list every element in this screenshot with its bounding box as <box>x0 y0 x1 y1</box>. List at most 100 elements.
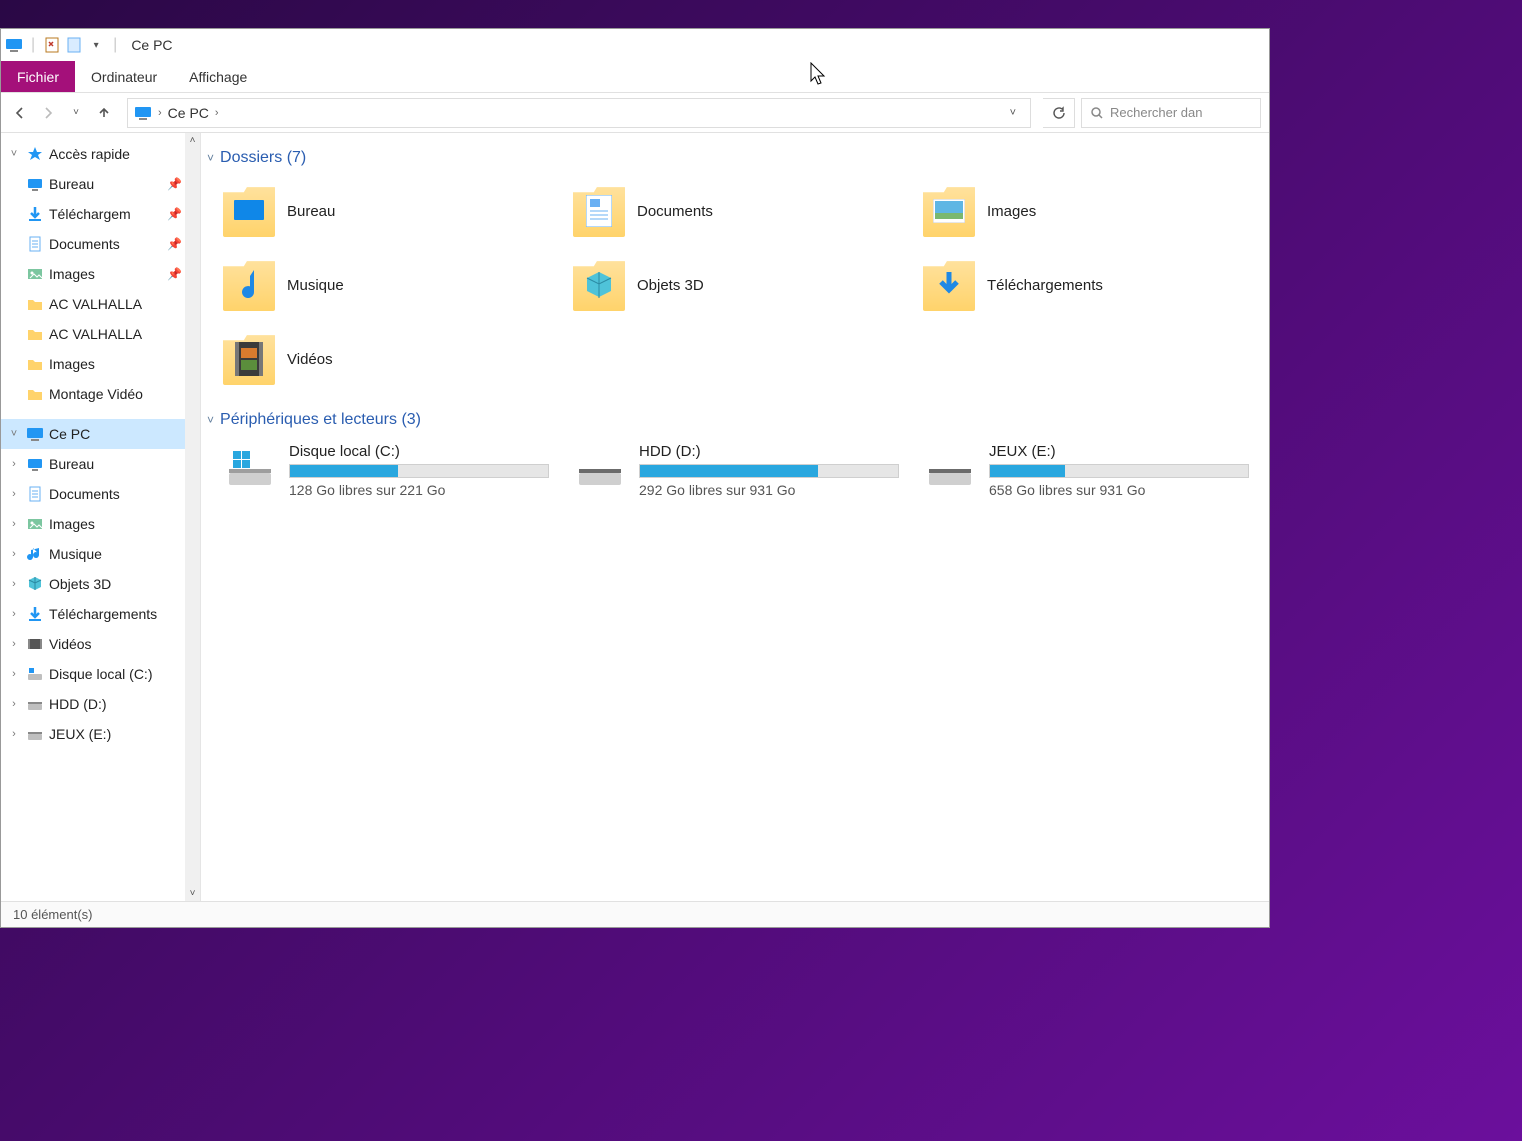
folder-item[interactable]: Documents <box>569 177 909 245</box>
sidebar-item[interactable]: Documents📌 <box>1 229 200 259</box>
folder-item[interactable]: Vidéos <box>219 325 559 393</box>
sidebar-item[interactable]: Images <box>1 349 200 379</box>
chevron-right-icon[interactable]: › <box>7 728 21 740</box>
search-icon <box>1090 106 1104 120</box>
sidebar-item[interactable]: AC VALHALLA <box>1 319 200 349</box>
tab-file[interactable]: Fichier <box>1 61 75 92</box>
tab-view[interactable]: Affichage <box>173 61 263 92</box>
desktop-icon <box>25 174 45 194</box>
folder-item[interactable]: Objets 3D <box>569 251 909 319</box>
drive-name: Disque local (C:) <box>289 443 555 460</box>
chevron-right-icon[interactable]: › <box>7 548 21 560</box>
separator: | <box>31 36 35 54</box>
breadcrumb-location[interactable]: Ce PC <box>168 105 209 121</box>
drive-icon <box>923 443 977 487</box>
chevron-right-icon[interactable]: › <box>7 608 21 620</box>
videos-icon <box>25 634 45 654</box>
chevron-right-icon[interactable]: › <box>7 638 21 650</box>
sidebar-item-label: Bureau <box>49 176 94 192</box>
tab-computer[interactable]: Ordinateur <box>75 61 173 92</box>
pin-icon: 📌 <box>167 177 182 191</box>
chevron-right-icon[interactable]: › <box>7 518 21 530</box>
sidebar-quick-access[interactable]: ˅ Accès rapide <box>1 139 200 169</box>
sidebar-item[interactable]: › HDD (D:) <box>1 689 200 719</box>
address-dropdown[interactable]: ˅ <box>1002 107 1024 119</box>
sidebar-item[interactable]: ›Musique <box>1 539 200 569</box>
sidebar-item[interactable]: Bureau 📌 <box>1 169 200 199</box>
chevron-right-icon[interactable]: › <box>7 668 21 680</box>
folder-label: Images <box>987 203 1036 220</box>
chevron-right-icon[interactable]: › <box>158 107 162 119</box>
nav-up-button[interactable] <box>93 102 115 124</box>
chevron-right-icon[interactable]: › <box>7 698 21 710</box>
explorer-window: | ▾ | Ce PC Fichier Ordinateur Affichage… <box>0 28 1270 928</box>
folder-item[interactable]: Musique <box>219 251 559 319</box>
new-folder-icon[interactable] <box>65 36 83 54</box>
sidebar-item[interactable]: AC VALHALLA <box>1 289 200 319</box>
sidebar-item[interactable]: › Documents <box>1 479 200 509</box>
drive-name: HDD (D:) <box>639 443 905 460</box>
refresh-button[interactable] <box>1043 98 1075 128</box>
download-icon <box>923 259 975 311</box>
sidebar-item[interactable]: › Vidéos <box>1 629 200 659</box>
cube-icon <box>573 259 625 311</box>
sidebar-item[interactable]: ›Disque local (C:) <box>1 659 200 689</box>
sidebar-item[interactable]: ›Bureau <box>1 449 200 479</box>
drive-free-text: 658 Go libres sur 931 Go <box>989 482 1255 498</box>
sidebar-item[interactable]: ›Images <box>1 509 200 539</box>
sidebar-item-label: HDD (D:) <box>49 696 107 712</box>
folder-icon <box>223 185 275 237</box>
sidebar-item-label: Accès rapide <box>49 146 130 162</box>
sidebar-item[interactable]: Images📌 <box>1 259 200 289</box>
scrollbar[interactable]: ˄ ˅ <box>185 133 200 901</box>
folder-item[interactable]: Images <box>919 177 1259 245</box>
drive-item[interactable]: Disque local (C:)128 Go libres sur 221 G… <box>219 439 559 502</box>
sidebar-item-label: AC VALHALLA <box>49 326 142 342</box>
window-title: Ce PC <box>131 37 172 53</box>
nav-forward-button[interactable] <box>37 102 59 124</box>
sidebar: ˄ ˅ ˅ Accès rapide Bureau📌Téléchargem📌Do… <box>1 133 201 901</box>
sidebar-item[interactable]: Téléchargem📌 <box>1 199 200 229</box>
sidebar-item-label: Documents <box>49 486 120 502</box>
document-icon <box>573 185 625 237</box>
qat-dropdown-icon[interactable]: ▾ <box>87 36 105 54</box>
nav-back-button[interactable] <box>9 102 31 124</box>
sidebar-item[interactable]: › Objets 3D <box>1 569 200 599</box>
body: ˄ ˅ ˅ Accès rapide Bureau📌Téléchargem📌Do… <box>1 133 1269 901</box>
group-header-drives[interactable]: ˅ Périphériques et lecteurs (3) <box>207 411 1259 429</box>
document-icon <box>25 234 45 254</box>
drive-win-icon <box>25 664 45 684</box>
chevron-right-icon[interactable]: › <box>7 488 21 500</box>
drive-item[interactable]: JEUX (E:)658 Go libres sur 931 Go <box>919 439 1259 502</box>
sidebar-item[interactable]: ›Téléchargements <box>1 599 200 629</box>
folder-label: Musique <box>287 277 344 294</box>
sidebar-item-label: Objets 3D <box>49 576 111 592</box>
scroll-down-icon[interactable]: ˅ <box>190 888 196 899</box>
nav-recent-dropdown[interactable]: ˅ <box>65 102 87 124</box>
folder-item[interactable]: Bureau <box>219 177 559 245</box>
properties-icon[interactable] <box>43 36 61 54</box>
sidebar-item-label: Images <box>49 356 95 372</box>
folder-item[interactable]: Téléchargements <box>919 251 1259 319</box>
folder-label: Bureau <box>287 203 335 220</box>
scroll-up-icon[interactable]: ˄ <box>190 135 196 146</box>
sidebar-item[interactable]: ›JEUX (E:) <box>1 719 200 749</box>
sidebar-item[interactable]: Montage Vidéo <box>1 379 200 409</box>
sidebar-item-label: Vidéos <box>49 636 92 652</box>
drive-free-text: 292 Go libres sur 931 Go <box>639 482 905 498</box>
folder-icon <box>573 185 625 237</box>
chevron-down-icon[interactable]: ˅ <box>7 148 21 160</box>
chevron-right-icon[interactable]: › <box>7 458 21 470</box>
nav-bar: ˅ › Ce PC › ˅ Rechercher dan <box>1 93 1269 133</box>
address-bar[interactable]: › Ce PC › ˅ <box>127 98 1031 128</box>
search-input[interactable]: Rechercher dan <box>1081 98 1261 128</box>
drive-usage-bar <box>639 464 899 478</box>
objects3d-icon <box>25 574 45 594</box>
drive-item[interactable]: HDD (D:) 292 Go libres sur 931 Go <box>569 439 909 502</box>
folder-icon <box>573 259 625 311</box>
chevron-right-icon[interactable]: › <box>215 107 219 119</box>
chevron-right-icon[interactable]: › <box>7 578 21 590</box>
group-header-folders[interactable]: ˅ Dossiers (7) <box>207 149 1259 167</box>
sidebar-this-pc[interactable]: ˅ Ce PC <box>1 419 200 449</box>
chevron-down-icon[interactable]: ˅ <box>7 428 21 440</box>
